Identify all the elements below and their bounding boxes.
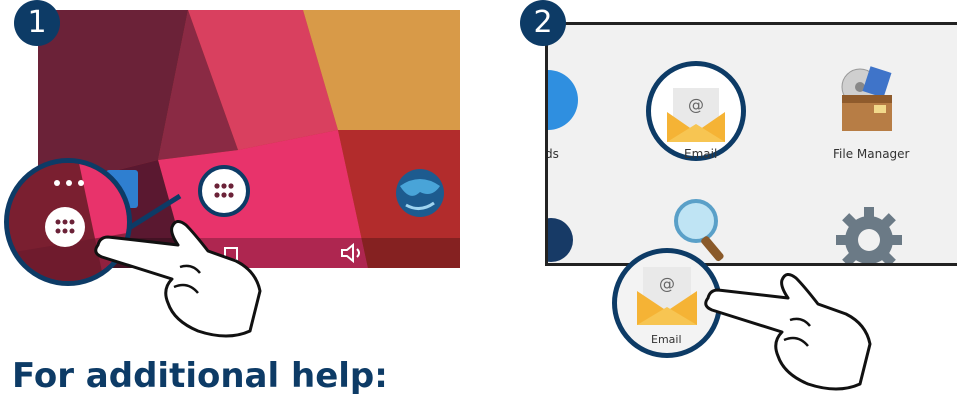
svg-text:@: @ [659, 274, 675, 293]
file-manager-icon[interactable] [828, 61, 908, 141]
step-1-badge: 1 [14, 0, 60, 46]
grid-dots-icon [55, 219, 75, 234]
email-app-highlight[interactable]: @ [646, 61, 746, 161]
pointing-hand-icon-2 [704, 273, 872, 391]
step-2-badge: 2 [520, 0, 566, 46]
partial-app-icon[interactable] [545, 65, 578, 135]
partial-dark-app-icon[interactable] [545, 210, 576, 266]
svg-text:@: @ [688, 95, 704, 114]
settings-gear-icon[interactable] [834, 205, 904, 266]
app-label-email: Email [684, 147, 718, 161]
app-label-partial: ds [545, 147, 559, 161]
app-drawer-screen: ds @ Email File Manager [545, 22, 957, 266]
email-icon: @ [667, 88, 725, 142]
app-drawer-button-magnified[interactable] [45, 207, 85, 247]
pointing-hand-icon [94, 220, 262, 338]
app-label-file-manager: File Manager [833, 147, 910, 161]
additional-help-heading: For additional help: [12, 356, 388, 396]
email-callout-label: Email [651, 333, 682, 346]
